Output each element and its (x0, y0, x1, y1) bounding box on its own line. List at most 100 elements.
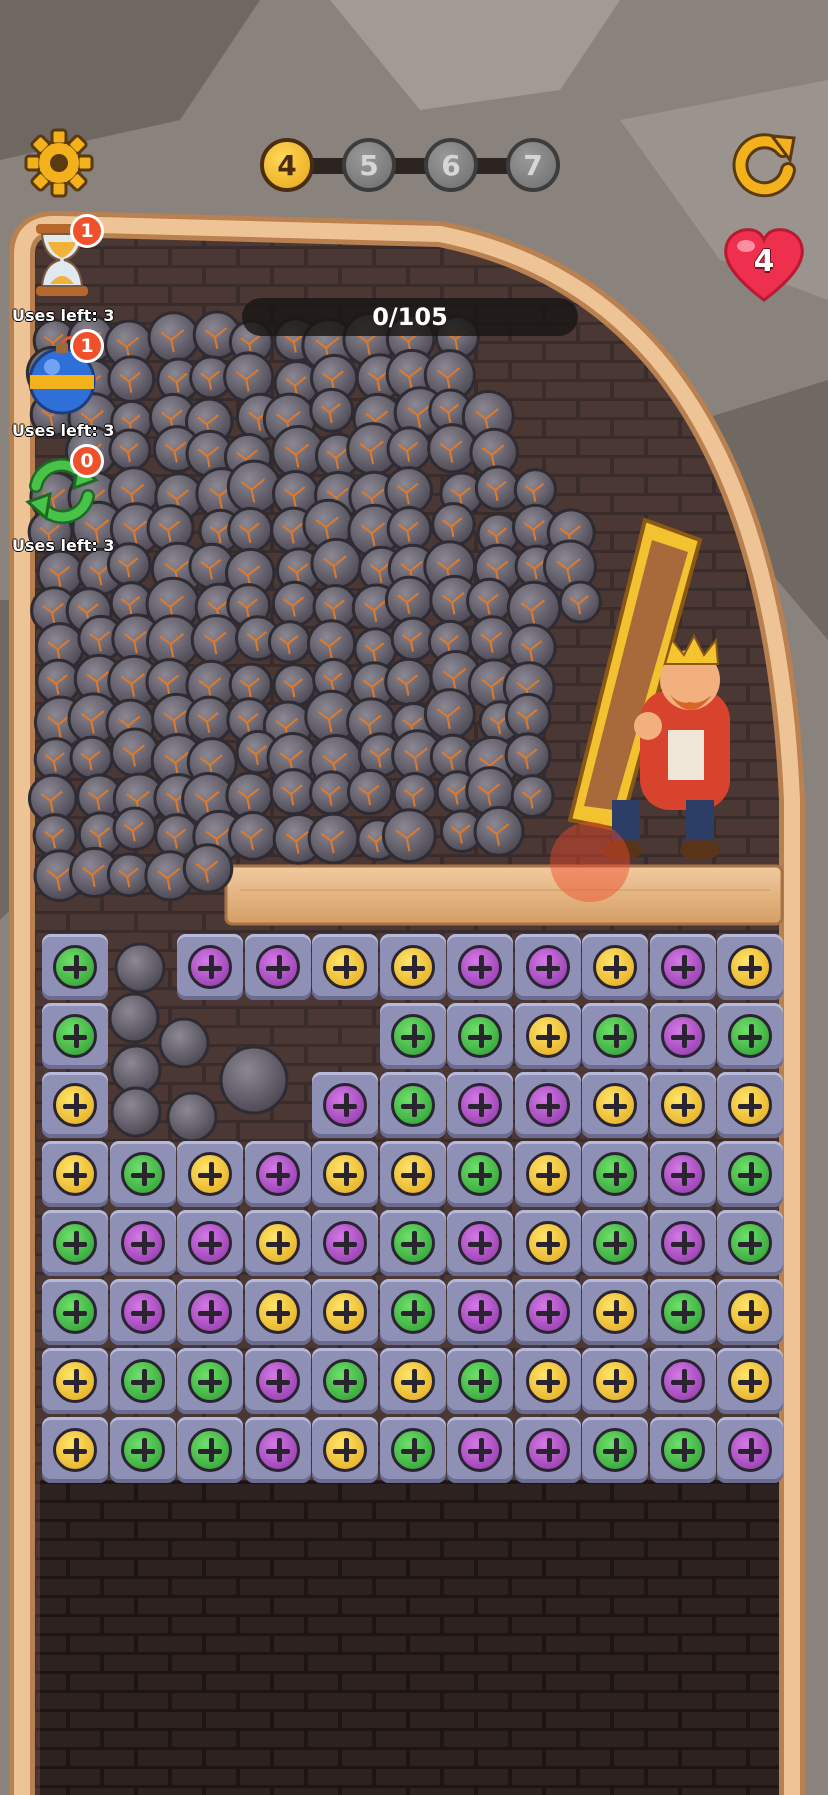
purple-screw-icon (660, 945, 705, 989)
screw-tile[interactable] (582, 1348, 648, 1414)
screw-tile[interactable] (42, 1348, 108, 1414)
screw-tile[interactable] (379, 1348, 446, 1414)
screw-tile[interactable] (109, 1279, 176, 1345)
screw-tile[interactable] (717, 1279, 783, 1345)
screw-tile[interactable] (109, 1141, 176, 1207)
current-level-badge: 4 (260, 138, 314, 192)
screw-tile[interactable] (109, 1417, 176, 1483)
yellow-screw-icon (323, 1428, 367, 1472)
screw-tile[interactable] (42, 1003, 108, 1069)
screw-tile[interactable] (109, 1210, 176, 1276)
purple-screw-icon (728, 1428, 772, 1472)
screw-tile[interactable] (312, 934, 378, 1000)
screw-tile[interactable] (514, 1210, 581, 1276)
screw-tile[interactable] (649, 1210, 716, 1276)
yellow-screw-icon (323, 1152, 367, 1196)
screw-tile[interactable] (312, 1072, 378, 1138)
screw-tile[interactable] (649, 934, 716, 1000)
screw-tile[interactable] (717, 1072, 783, 1138)
screw-tile[interactable] (582, 1279, 648, 1345)
screw-tile[interactable] (514, 1348, 581, 1414)
screw-tile[interactable] (177, 934, 243, 1000)
screw-tile[interactable] (244, 1279, 311, 1345)
screw-tile[interactable] (514, 1417, 581, 1483)
yellow-screw-icon (728, 1359, 772, 1403)
screw-tile[interactable] (244, 1417, 311, 1483)
screw-tile[interactable] (582, 934, 648, 1000)
screw-tile[interactable] (717, 1348, 783, 1414)
screw-tile[interactable] (177, 1210, 243, 1276)
screw-tile[interactable] (447, 1348, 513, 1414)
settings-button[interactable] (24, 128, 94, 198)
screw-tile[interactable] (447, 1210, 513, 1276)
screw-tile[interactable] (177, 1279, 243, 1345)
screw-tile[interactable] (379, 1072, 446, 1138)
yellow-screw-icon (728, 1290, 772, 1334)
screw-tile[interactable] (717, 1003, 783, 1069)
screw-tile[interactable] (447, 1417, 513, 1483)
screw-tile[interactable] (244, 934, 311, 1000)
screw-tile[interactable] (244, 1348, 311, 1414)
screw-tile[interactable] (649, 1003, 716, 1069)
yellow-screw-icon (593, 1290, 637, 1334)
screw-tile[interactable] (42, 1417, 108, 1483)
screw-tile[interactable] (379, 1210, 446, 1276)
screw-tile[interactable] (717, 1417, 783, 1483)
screw-tile[interactable] (514, 1072, 581, 1138)
screw-tile[interactable] (244, 1141, 311, 1207)
screw-tile[interactable] (177, 1141, 243, 1207)
screw-tile[interactable] (582, 1141, 648, 1207)
screw-tile[interactable] (447, 1141, 513, 1207)
screw-tile[interactable] (514, 1003, 581, 1069)
screw-tile[interactable] (649, 1279, 716, 1345)
screw-tile[interactable] (244, 1210, 311, 1276)
yellow-screw-icon (525, 1152, 570, 1196)
green-screw-icon (53, 1290, 97, 1334)
screw-tile[interactable] (514, 1279, 581, 1345)
bomb-booster[interactable]: 1 Uses left: 3 (10, 329, 120, 445)
screw-tile[interactable] (379, 934, 446, 1000)
screw-tile[interactable] (447, 1003, 513, 1069)
screw-tile[interactable] (717, 1210, 783, 1276)
screw-tile[interactable] (379, 1417, 446, 1483)
restart-button[interactable] (730, 128, 800, 198)
screw-tile[interactable] (312, 1417, 378, 1483)
screw-tile[interactable] (109, 1348, 176, 1414)
screw-tile[interactable] (312, 1348, 378, 1414)
booster-uses-label: Uses left: 3 (12, 536, 115, 555)
screw-tile[interactable] (42, 1072, 108, 1138)
screw-tile[interactable] (582, 1003, 648, 1069)
screw-tile[interactable] (582, 1417, 648, 1483)
screw-tile[interactable] (447, 1072, 513, 1138)
screw-tile[interactable] (582, 1072, 648, 1138)
screw-tile[interactable] (379, 1003, 446, 1069)
green-screw-icon (390, 1221, 435, 1265)
screw-tile[interactable] (514, 934, 581, 1000)
screw-tile[interactable] (42, 1279, 108, 1345)
screw-tile[interactable] (582, 1210, 648, 1276)
screw-tile[interactable] (42, 934, 108, 1000)
screw-tile[interactable] (379, 1279, 446, 1345)
screw-tile[interactable] (177, 1348, 243, 1414)
screw-tile[interactable] (447, 934, 513, 1000)
green-screw-icon (593, 1014, 637, 1058)
screw-tile[interactable] (177, 1417, 243, 1483)
shuffle-booster[interactable]: 0 Uses left: 3 (10, 444, 120, 560)
screw-tile[interactable] (312, 1141, 378, 1207)
screw-tile[interactable] (649, 1072, 716, 1138)
screw-tile[interactable] (42, 1210, 108, 1276)
screw-tile[interactable] (447, 1279, 513, 1345)
purple-screw-icon (255, 1359, 300, 1403)
screw-tile[interactable] (379, 1141, 446, 1207)
hourglass-booster[interactable]: 1 Uses left: 3 (10, 214, 120, 330)
screw-tile[interactable] (717, 1141, 783, 1207)
screw-tile[interactable] (649, 1348, 716, 1414)
level-track-bar (280, 158, 530, 174)
screw-tile[interactable] (312, 1210, 378, 1276)
screw-tile[interactable] (649, 1417, 716, 1483)
screw-tile[interactable] (514, 1141, 581, 1207)
screw-tile[interactable] (717, 934, 783, 1000)
screw-tile[interactable] (42, 1141, 108, 1207)
screw-tile[interactable] (312, 1279, 378, 1345)
screw-tile[interactable] (649, 1141, 716, 1207)
